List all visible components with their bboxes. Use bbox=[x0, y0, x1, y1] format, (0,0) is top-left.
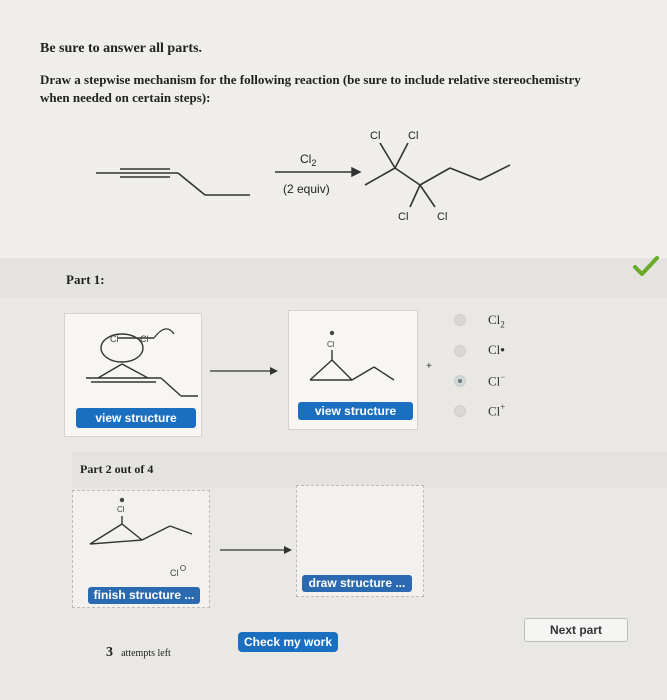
option-cl2[interactable]: Cl2 bbox=[488, 312, 505, 330]
reagent-label: Cl2 bbox=[300, 152, 316, 168]
part2-structure-1: Cl Cl bbox=[89, 497, 193, 578]
plus-sign: + bbox=[426, 361, 432, 372]
option-cl-cation[interactable]: Cl+ bbox=[488, 402, 505, 419]
view-structure-button-1[interactable]: view structure bbox=[76, 408, 196, 428]
draw-structure-button[interactable]: draw structure ... bbox=[302, 575, 412, 592]
part2-arrow bbox=[220, 546, 292, 554]
svg-text:Cl: Cl bbox=[140, 334, 149, 344]
finish-structure-button[interactable]: finish structure ... bbox=[88, 587, 200, 604]
starting-material-structure bbox=[96, 168, 250, 196]
attempts-count: 3 bbox=[106, 645, 113, 660]
product-cl-1: Cl bbox=[370, 130, 380, 142]
option-cl-radical[interactable]: Cl• bbox=[488, 342, 505, 358]
instruction-text: Be sure to answer all parts. bbox=[40, 41, 203, 56]
part1-title: Part 1: bbox=[66, 272, 105, 287]
chloride-ion-label: Cl bbox=[170, 568, 179, 578]
option-radio-cl-radical[interactable] bbox=[454, 345, 466, 357]
question-text-line1: Draw a stepwise mechanism for the follow… bbox=[40, 72, 581, 87]
part1-structure-1: Cl Cl bbox=[86, 328, 198, 397]
part2-title: Part 2 out of 4 bbox=[80, 462, 154, 476]
part1-arrow bbox=[210, 367, 278, 375]
part2-header bbox=[72, 452, 667, 488]
selected-radio-dot bbox=[458, 379, 462, 383]
option-cl-anion[interactable]: Cl− bbox=[488, 372, 505, 389]
option-radio-cl-cation[interactable] bbox=[454, 405, 466, 417]
conditions-label: (2 equiv) bbox=[283, 182, 330, 196]
part1-structure-2: Cl bbox=[309, 330, 395, 381]
product-structure bbox=[364, 142, 511, 208]
svg-text:Cl: Cl bbox=[110, 334, 119, 344]
reaction-arrow bbox=[275, 166, 362, 178]
attempts-left: 3 attempts left bbox=[106, 641, 171, 661]
option-radio-cl2[interactable] bbox=[454, 314, 466, 326]
check-my-work-button[interactable]: Check my work bbox=[238, 632, 338, 652]
check-icon bbox=[633, 256, 659, 276]
product-cl-4: Cl bbox=[437, 211, 447, 223]
question-text-line2: when needed on certain steps): bbox=[40, 90, 211, 105]
svg-text:Cl: Cl bbox=[327, 340, 335, 349]
reaction-scheme: Cl2 (2 equiv) Cl Cl Cl Cl bbox=[96, 130, 511, 223]
attempts-text: attempts left bbox=[121, 648, 171, 659]
view-structure-button-2[interactable]: view structure bbox=[298, 402, 413, 420]
product-cl-2: Cl bbox=[408, 130, 418, 142]
next-part-button[interactable]: Next part bbox=[524, 618, 628, 642]
product-cl-3: Cl bbox=[398, 211, 408, 223]
svg-text:Cl: Cl bbox=[117, 505, 125, 514]
